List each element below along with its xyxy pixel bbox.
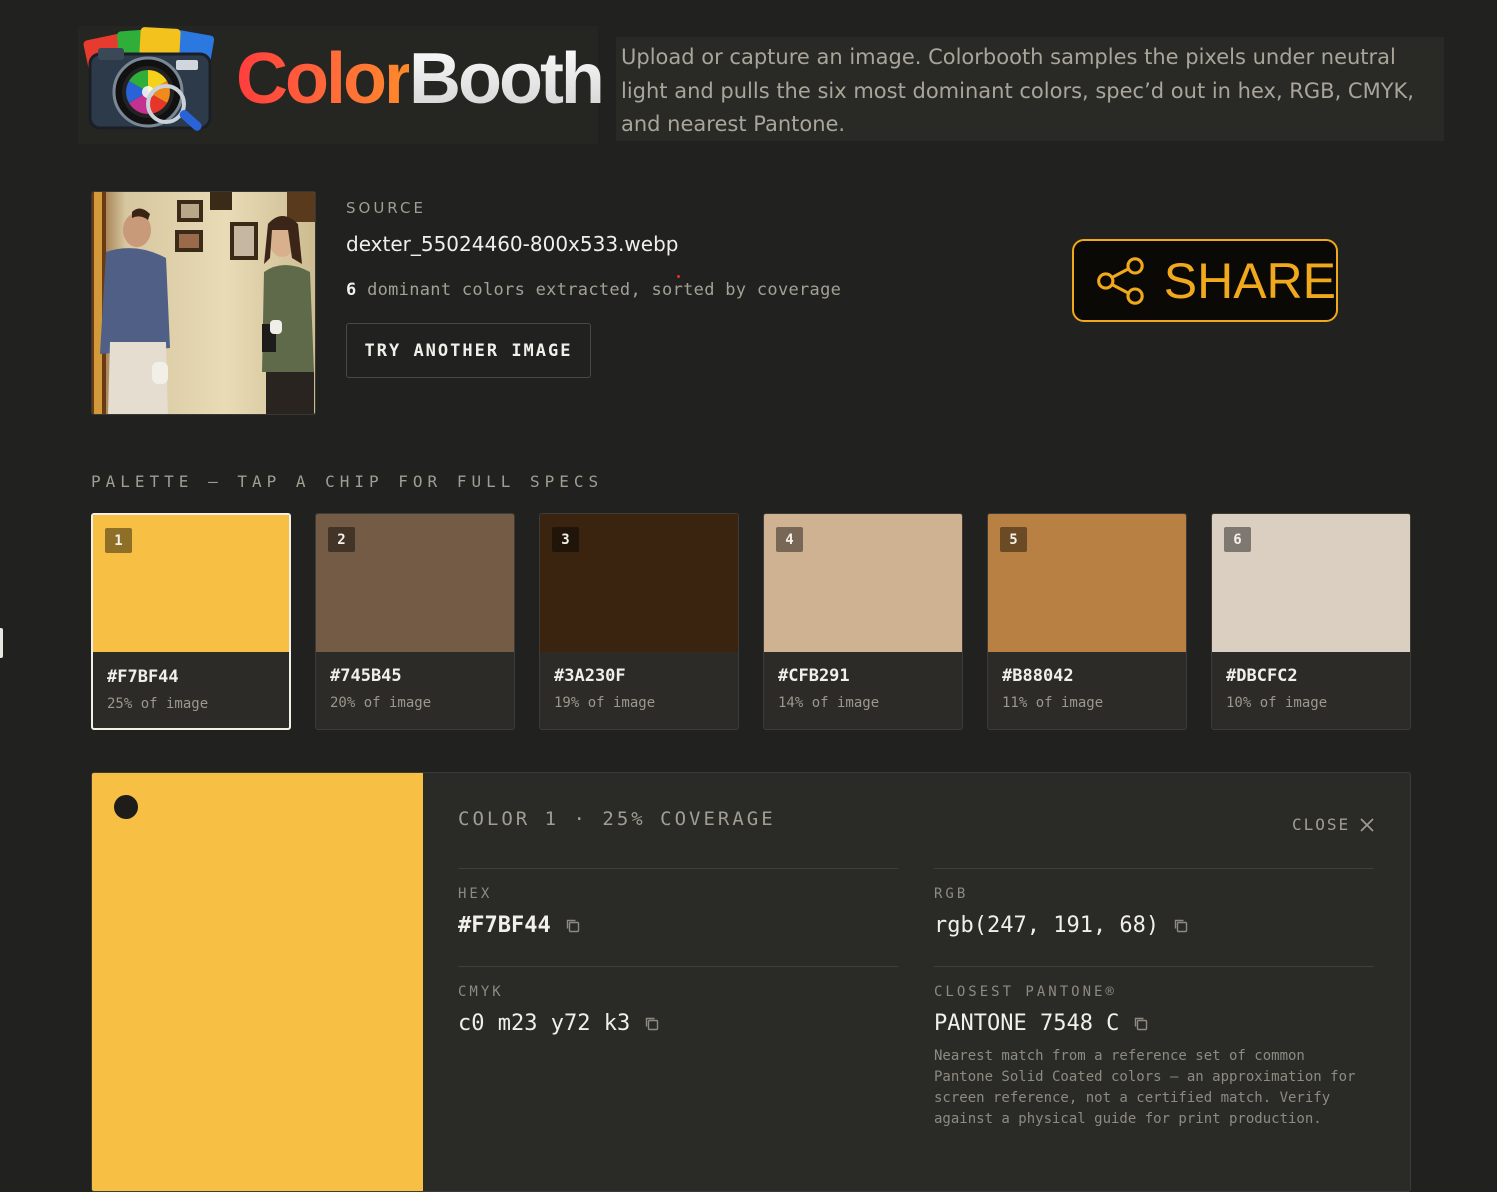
color-count: 6 xyxy=(346,280,357,300)
copy-icon[interactable] xyxy=(1173,918,1189,934)
chip-number: 6 xyxy=(1224,527,1251,552)
cmyk-value: c0 m23 y72 k3 xyxy=(458,1011,631,1036)
chip-coverage: 25% of image xyxy=(107,696,209,712)
chip-coverage: 19% of image xyxy=(554,695,656,711)
color-detail-panel: COLOR 1 · 25% COVERAGE CLOSE HEX #F7BF44… xyxy=(91,772,1411,1192)
color-chip-6[interactable]: 6 #DBCFC2 10% of image xyxy=(1211,513,1411,730)
close-button[interactable]: CLOSE xyxy=(1292,815,1374,834)
chip-hex: #3A230F xyxy=(554,666,626,686)
divider xyxy=(934,868,1374,869)
chip-hex: #745B45 xyxy=(330,666,402,686)
detail-title: COLOR 1 · 25% COVERAGE xyxy=(458,808,776,830)
palette-chips: 1 #F7BF44 25% of image 2 #745B45 20% of … xyxy=(91,513,1411,730)
logo[interactable]: ColorBooth xyxy=(78,26,605,144)
chip-swatch: 5 xyxy=(988,514,1186,652)
detail-swatch xyxy=(92,773,423,1191)
copy-icon[interactable] xyxy=(644,1016,660,1032)
chip-hex: #DBCFC2 xyxy=(1226,666,1298,686)
divider xyxy=(458,966,898,967)
hex-label: HEX xyxy=(458,886,493,902)
copy-icon[interactable] xyxy=(565,918,581,934)
cursor-dot xyxy=(677,275,680,278)
scroll-marker xyxy=(0,628,3,658)
color-chip-1[interactable]: 1 #F7BF44 25% of image xyxy=(91,513,291,730)
source-filename: dexter_55024460-800x533.webp xyxy=(346,232,679,256)
color-chip-4[interactable]: 4 #CFB291 14% of image xyxy=(763,513,963,730)
color-chip-3[interactable]: 3 #3A230F 19% of image xyxy=(539,513,739,730)
cmyk-label: CMYK xyxy=(458,984,504,1000)
chip-number: 2 xyxy=(328,527,355,552)
chip-hex: #B88042 xyxy=(1002,666,1074,686)
swatch-dot-icon xyxy=(114,795,138,819)
chip-number: 3 xyxy=(552,527,579,552)
chip-coverage: 10% of image xyxy=(1226,695,1328,711)
chip-swatch: 2 xyxy=(316,514,514,652)
chip-swatch: 1 xyxy=(93,515,289,652)
cmyk-value-row: c0 m23 y72 k3 xyxy=(458,1011,660,1036)
chip-hex: #CFB291 xyxy=(778,666,850,686)
hex-value-row: #F7BF44 xyxy=(458,913,581,938)
pantone-value-row: PANTONE 7548 C xyxy=(934,1011,1149,1036)
summary-text: dominant colors extracted, sorted by cov… xyxy=(356,280,842,300)
chip-hex: #F7BF44 xyxy=(107,667,179,687)
try-another-image-button[interactable]: TRY ANOTHER IMAGE xyxy=(346,323,591,378)
share-icon xyxy=(1097,256,1144,305)
brand-wordmark: ColorBooth xyxy=(236,39,605,119)
pantone-disclaimer: Nearest match from a reference set of co… xyxy=(934,1048,1356,1127)
chip-swatch: 4 xyxy=(764,514,962,652)
copy-icon[interactable] xyxy=(1133,1016,1149,1032)
rgb-value: rgb(247, 191, 68) xyxy=(934,913,1160,938)
share-button[interactable]: SHARE xyxy=(1072,239,1338,322)
chip-coverage: 11% of image xyxy=(1002,695,1104,711)
tagline: Upload or capture an image. Colorbooth s… xyxy=(616,37,1444,141)
divider xyxy=(934,966,1374,967)
extraction-summary: 6 dominant colors extracted, sorted by c… xyxy=(346,280,841,300)
chip-number: 1 xyxy=(105,528,132,553)
chip-swatch: 6 xyxy=(1212,514,1410,652)
color-chip-2[interactable]: 2 #745B45 20% of image xyxy=(315,513,515,730)
rgb-value-row: rgb(247, 191, 68) xyxy=(934,913,1189,938)
chip-coverage: 14% of image xyxy=(778,695,880,711)
chip-swatch: 3 xyxy=(540,514,738,652)
pantone-value: PANTONE 7548 C xyxy=(934,1011,1120,1036)
close-label: CLOSE xyxy=(1292,815,1351,834)
palette-heading: PALETTE — TAP A CHIP FOR FULL SPECS xyxy=(91,472,604,491)
camera-icon xyxy=(83,27,215,131)
source-image xyxy=(92,192,315,414)
pantone-label: CLOSEST PANTONE® xyxy=(934,984,1117,1000)
hex-value: #F7BF44 xyxy=(458,913,551,938)
chip-coverage: 20% of image xyxy=(330,695,432,711)
divider xyxy=(458,868,898,869)
source-label: SOURCE xyxy=(346,199,426,217)
chip-number: 4 xyxy=(776,527,803,552)
header: ColorBooth Upload or capture an image. C… xyxy=(78,26,1444,144)
close-icon xyxy=(1360,817,1374,832)
share-label: SHARE xyxy=(1163,252,1336,309)
color-chip-5[interactable]: 5 #B88042 11% of image xyxy=(987,513,1187,730)
chip-number: 5 xyxy=(1000,527,1027,552)
source-thumbnail xyxy=(91,191,316,415)
rgb-label: RGB xyxy=(934,886,969,902)
